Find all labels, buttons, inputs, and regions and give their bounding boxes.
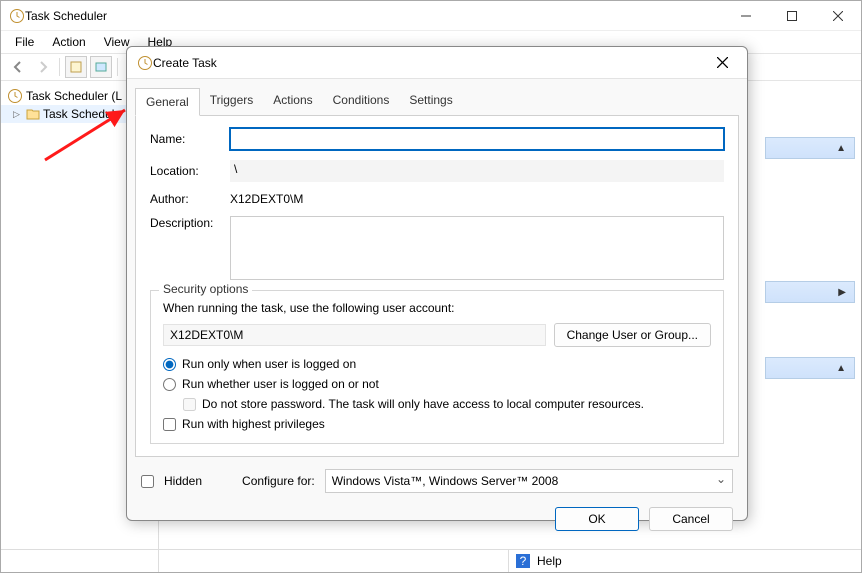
dialog-tabs: General Triggers Actions Conditions Sett…: [127, 79, 747, 115]
author-value: X12DEXT0\M: [230, 192, 303, 206]
radio-logged-or-not[interactable]: [163, 378, 176, 391]
folder-icon: [26, 107, 40, 121]
svg-text:?: ?: [520, 554, 527, 568]
maximize-button[interactable]: [769, 1, 815, 31]
chevron-up-icon: ▲: [836, 143, 846, 154]
window-title: Task Scheduler: [25, 9, 723, 23]
hidden-label: Hidden: [164, 474, 202, 488]
checkbox-no-store-password: [183, 398, 196, 411]
author-label: Author:: [150, 192, 230, 206]
radio-logged-on[interactable]: [163, 358, 176, 371]
checkbox-highest-privileges[interactable]: [163, 418, 176, 431]
tab-settings[interactable]: Settings: [399, 87, 462, 115]
checkbox-no-store-label: Do not store password. The task will onl…: [202, 397, 644, 411]
cancel-button[interactable]: Cancel: [649, 507, 733, 531]
tab-general[interactable]: General: [135, 88, 200, 116]
accordion-header-2[interactable]: ▶: [765, 281, 855, 303]
tab-panel-general: Name: Location: \ Author: X12DEXT0\M Des…: [135, 115, 739, 457]
security-legend: Security options: [159, 282, 252, 296]
minimize-button[interactable]: [723, 1, 769, 31]
help-icon: ?: [515, 553, 531, 569]
name-input[interactable]: [230, 128, 724, 150]
menu-file[interactable]: File: [7, 33, 42, 51]
tab-conditions[interactable]: Conditions: [323, 87, 400, 115]
description-label: Description:: [150, 216, 230, 230]
app-icon: [9, 8, 25, 24]
security-subtitle: When running the task, use the following…: [163, 301, 711, 315]
titlebar: Task Scheduler: [1, 1, 861, 31]
ok-button[interactable]: OK: [555, 507, 639, 531]
toolbar-btn-1[interactable]: [65, 56, 87, 78]
dialog-title: Create Task: [153, 56, 707, 70]
accordion-panel: ▲ ▶ ▲: [765, 137, 855, 379]
configure-for-label: Configure for:: [242, 474, 315, 488]
create-task-dialog: Create Task General Triggers Actions Con…: [126, 46, 748, 521]
checkbox-hidden[interactable]: [141, 475, 154, 488]
help-segment[interactable]: ? Help: [509, 553, 562, 569]
description-input[interactable]: [230, 216, 724, 280]
configure-for-select[interactable]: Windows Vista™, Windows Server™ 2008: [325, 469, 733, 493]
forward-button[interactable]: [32, 56, 54, 78]
tab-triggers[interactable]: Triggers: [200, 87, 264, 115]
help-label: Help: [537, 554, 562, 568]
back-button[interactable]: [7, 56, 29, 78]
chevron-up-icon: ▲: [836, 363, 846, 374]
security-options-fieldset: Security options When running the task, …: [150, 290, 724, 444]
clock-icon: [7, 88, 23, 104]
dialog-close-button[interactable]: [707, 57, 737, 68]
status-split: [159, 550, 509, 572]
dialog-titlebar: Create Task: [127, 47, 747, 79]
configure-for-value: Windows Vista™, Windows Server™ 2008: [332, 474, 559, 488]
dialog-actions: OK Cancel: [127, 493, 747, 545]
tree-root-label: Task Scheduler (L: [26, 89, 122, 103]
clock-icon: [137, 55, 153, 71]
menu-action[interactable]: Action: [44, 33, 93, 51]
window-controls: [723, 1, 861, 31]
toolbar-btn-2[interactable]: [90, 56, 112, 78]
tab-actions[interactable]: Actions: [263, 87, 322, 115]
location-value: \: [230, 160, 724, 182]
accordion-header-3[interactable]: ▲: [765, 357, 855, 379]
checkbox-highest-label: Run with highest privileges: [182, 417, 325, 431]
status-bar-right: ? Help: [159, 549, 861, 572]
radio-logged-or-not-label: Run whether user is logged on or not: [182, 377, 379, 391]
location-label: Location:: [150, 164, 230, 178]
toolbar-separator: [59, 58, 60, 76]
tree-child-label: Task Schedule: [43, 107, 121, 121]
expand-icon[interactable]: ▷: [13, 109, 23, 120]
close-button[interactable]: [815, 1, 861, 31]
name-label: Name:: [150, 132, 230, 146]
change-user-button[interactable]: Change User or Group...: [554, 323, 711, 347]
dialog-bottom-row: Hidden Configure for: Windows Vista™, Wi…: [127, 457, 747, 493]
account-value: X12DEXT0\M: [163, 324, 546, 346]
chevron-right-icon: ▶: [838, 287, 846, 298]
radio-logged-on-label: Run only when user is logged on: [182, 357, 356, 371]
status-bar-left: [1, 549, 159, 572]
accordion-header-1[interactable]: ▲: [765, 137, 855, 159]
toolbar-separator: [117, 58, 118, 76]
